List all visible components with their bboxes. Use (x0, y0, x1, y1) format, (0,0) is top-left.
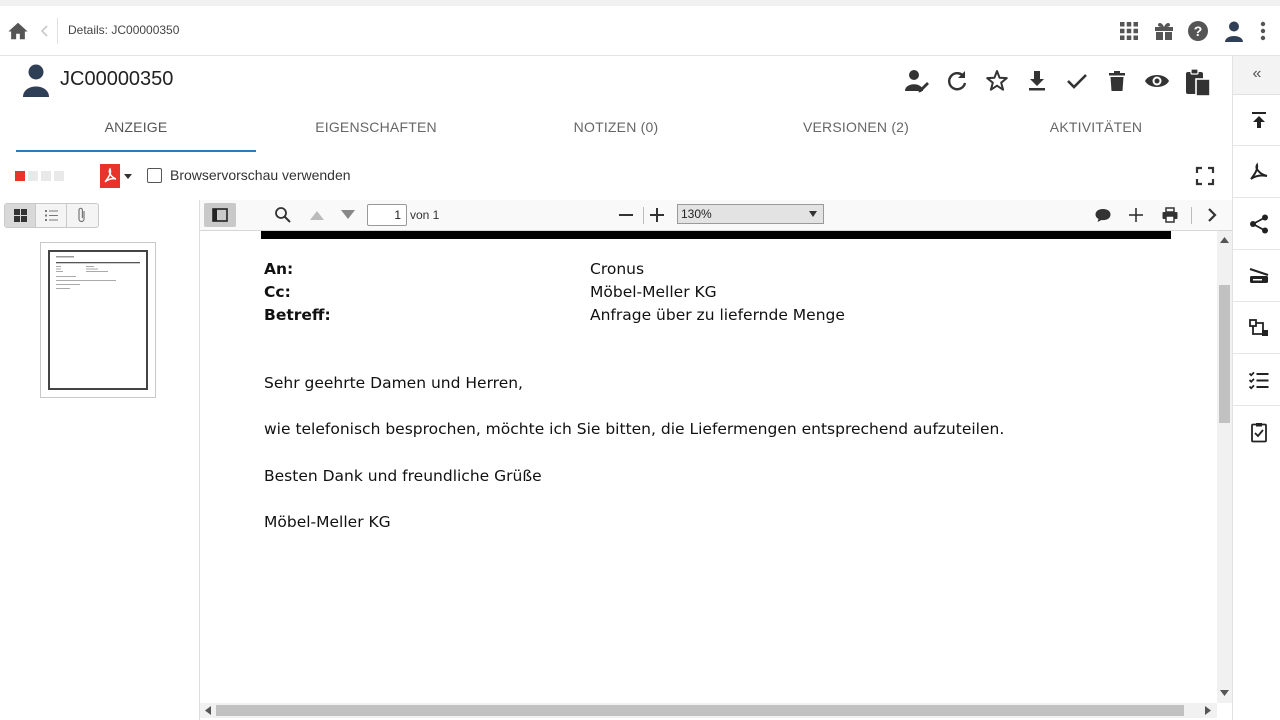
rail-item-tasks[interactable] (1233, 407, 1280, 458)
tab-eigenschaften[interactable]: EIGENSCHAFTEN (256, 108, 496, 152)
scroll-right-icon[interactable] (1205, 706, 1211, 715)
loading-indicator (15, 171, 67, 181)
breadcrumb: Details: JC00000350 (68, 23, 180, 37)
gift-icon[interactable] (1152, 19, 1176, 43)
zoom-out-icon[interactable] (617, 206, 635, 224)
svg-text:?: ? (1194, 23, 1203, 39)
outline-view-button[interactable] (36, 204, 67, 227)
next-page-icon[interactable] (339, 206, 357, 224)
refresh-icon[interactable] (944, 68, 970, 94)
document-user-icon (23, 64, 49, 97)
zoom-in-icon[interactable] (648, 206, 666, 224)
edit-user-icon[interactable] (904, 68, 930, 94)
field-label-cc: Cc: (264, 283, 291, 301)
upload-to-top-icon (1252, 112, 1266, 128)
scroll-left-icon[interactable] (205, 706, 211, 715)
page-header-rule (261, 231, 1171, 239)
field-label-to: An: (264, 260, 294, 278)
view-toggle-group (4, 203, 99, 228)
fullscreen-icon[interactable] (1195, 166, 1215, 186)
print-icon[interactable] (1161, 206, 1179, 224)
field-value-to: Cronus (590, 260, 645, 278)
add-annotation-icon[interactable] (1127, 206, 1145, 224)
rail-item-workflow[interactable] (1233, 303, 1280, 354)
rail-item-share[interactable] (1233, 199, 1280, 250)
page-number-input[interactable]: 1 (367, 204, 407, 226)
field-value-subject: Anfrage über zu liefernde Menge (590, 306, 845, 324)
top-bar: Details: JC00000350 ? (0, 0, 1280, 56)
tab-versionen[interactable]: VERSIONEN (2) (736, 108, 976, 152)
page-thumbnail[interactable] (40, 242, 156, 398)
comment-icon[interactable] (1094, 206, 1112, 224)
field-label-subject: Betreff: (264, 306, 331, 324)
vertical-scroll-thumb[interactable] (1219, 285, 1230, 423)
chevron-down-icon (809, 211, 817, 217)
scroll-up-icon[interactable] (1220, 237, 1229, 243)
help-icon[interactable]: ? (1186, 19, 1210, 43)
previous-page-icon[interactable] (308, 206, 326, 224)
browser-preview-checkbox[interactable] (147, 168, 162, 183)
workflow-icon (1249, 319, 1268, 336)
right-rail: « (1232, 56, 1280, 720)
sidebar-icon (212, 208, 228, 222)
thumbnail-view-button[interactable] (5, 204, 36, 227)
vertical-scrollbar[interactable] (1217, 231, 1232, 703)
search-icon[interactable] (274, 206, 292, 224)
scanner-icon (1249, 268, 1269, 283)
letter-signature: Möbel-Meller KG (264, 513, 391, 531)
more-vertical-icon[interactable] (1253, 19, 1273, 43)
eye-icon[interactable] (1144, 68, 1170, 94)
rail-item-upload[interactable] (1233, 95, 1280, 146)
list-icon (45, 210, 58, 221)
rail-item-checklist[interactable] (1233, 355, 1280, 406)
checklist-icon (1248, 371, 1269, 390)
tab-notizen[interactable]: NOTIZEN (0) (496, 108, 736, 152)
pdf-toolbar: 1 von 1 130% (200, 200, 1232, 231)
letter-body: wie telefonisch besprochen, möchte ich S… (264, 420, 1005, 438)
home-icon[interactable] (7, 20, 29, 42)
tab-aktivitaeten[interactable]: AKTIVITÄTEN (976, 108, 1216, 152)
pdf-icon[interactable] (100, 163, 134, 189)
collapse-rail-button[interactable]: « (1233, 56, 1280, 95)
grid-icon (14, 209, 27, 222)
trash-icon[interactable] (1104, 68, 1130, 94)
thumbnail-page-preview (56, 256, 140, 289)
horizontal-scroll-thumb[interactable] (216, 705, 1184, 716)
apps-grid-icon[interactable] (1117, 19, 1141, 43)
page-count-label: von 1 (410, 208, 440, 222)
browser-preview-label: Browservorschau verwenden (170, 167, 351, 183)
checkmark-icon[interactable] (1064, 68, 1090, 94)
star-icon[interactable] (984, 68, 1010, 94)
back-chevron-icon[interactable] (39, 22, 51, 40)
chevron-right-icon[interactable] (1203, 206, 1221, 224)
zoom-value: 130% (681, 207, 712, 221)
pdf-icon (1250, 162, 1268, 180)
clipboard-check-icon (1251, 423, 1267, 443)
tab-anzeige[interactable]: ANZEIGE (16, 108, 256, 152)
sidebar-toggle-button[interactable] (204, 203, 236, 227)
user-avatar-icon[interactable] (1222, 19, 1246, 43)
letter-salutation: Sehr geehrte Damen und Herren, (264, 374, 523, 392)
letter-closing: Besten Dank und freundliche Grüße (264, 467, 542, 485)
rail-item-pdf[interactable] (1233, 147, 1280, 198)
zoom-select[interactable]: 130% (677, 204, 824, 224)
scroll-down-icon[interactable] (1220, 690, 1229, 696)
toolbar-separator (1191, 207, 1192, 224)
paperclip-icon (78, 207, 85, 223)
clipboard-paste-icon[interactable] (1184, 67, 1212, 97)
horizontal-scrollbar[interactable] (200, 703, 1217, 718)
pdf-page-view: An: Cronus Cc: Möbel-Meller KG Betreff: … (200, 231, 1217, 703)
rail-item-scanner[interactable] (1233, 251, 1280, 302)
field-value-cc: Möbel-Meller KG (590, 283, 717, 301)
toolbar-separator (643, 207, 644, 224)
download-icon[interactable] (1024, 68, 1050, 94)
share-icon (1250, 214, 1268, 234)
tab-bar: ANZEIGE EIGENSCHAFTEN NOTIZEN (0) VERSIO… (16, 108, 1216, 152)
attachments-view-button[interactable] (67, 204, 98, 227)
divider (57, 18, 58, 44)
page-title: JC00000350 (60, 68, 174, 90)
